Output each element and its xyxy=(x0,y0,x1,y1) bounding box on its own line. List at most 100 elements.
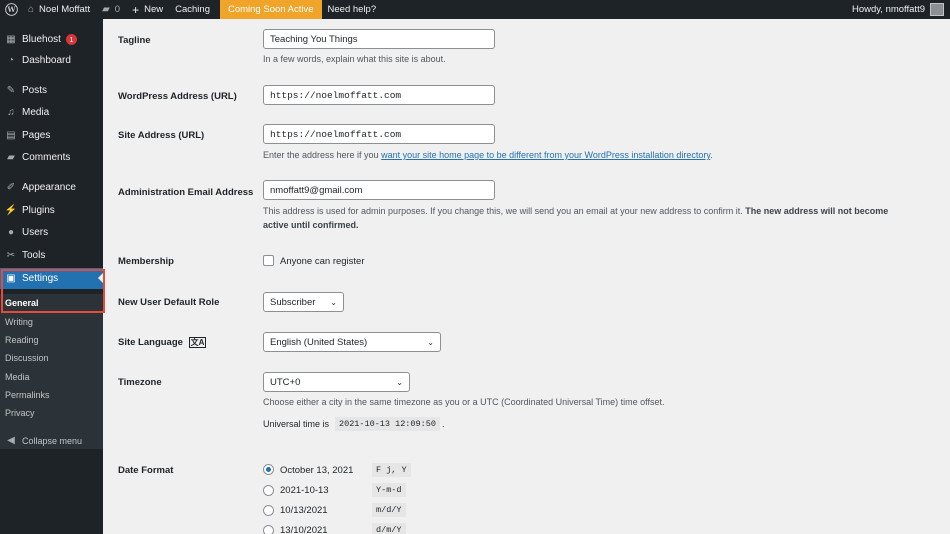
admin-email-description-bold2: active until confirmed. xyxy=(263,220,359,230)
translate-icon: 文A xyxy=(188,337,207,348)
timezone-value: UTC+0 xyxy=(270,376,301,388)
date-format-option-label[interactable]: 13/10/2021 xyxy=(280,525,328,534)
sidebar-item-label: Media xyxy=(22,107,50,118)
date-format-option-label[interactable]: 2021-10-13 xyxy=(280,485,329,496)
general-settings-form: Tagline Teaching You Things In a few wor… xyxy=(103,19,950,534)
admin-email-description-line2: active until confirmed. xyxy=(263,220,359,230)
submenu-item-privacy[interactable]: Privacy xyxy=(5,408,35,418)
default-role-select[interactable]: Subscriber ⌄ xyxy=(263,292,344,312)
site-address-input[interactable]: https://noelmoffatt.com xyxy=(263,124,495,144)
settings-icon: ▣ xyxy=(6,273,16,284)
wordpress-address-input[interactable]: https://noelmoffatt.com xyxy=(263,85,495,105)
notification-badge: 1 xyxy=(65,34,77,45)
sidebar-item-label: Posts xyxy=(22,85,48,96)
site-address-label: Site Address (URL) xyxy=(118,130,205,141)
wordpress-address-value: https://noelmoffatt.com xyxy=(270,89,402,101)
svg-text:W: W xyxy=(6,5,16,14)
sidebar-item-appearance[interactable]: ✐ Appearance xyxy=(0,177,103,198)
timezone-select[interactable]: UTC+0 ⌄ xyxy=(263,372,410,392)
comments-link[interactable]: ▰ 0 xyxy=(96,0,126,19)
pin-icon: ✎ xyxy=(6,85,16,96)
sidebar-item-label: Users xyxy=(22,227,49,238)
submenu-item-discussion[interactable]: Discussion xyxy=(5,353,49,363)
admin-email-description-line1: This address is used for admin purposes.… xyxy=(263,206,888,216)
sidebar-item-pages[interactable]: ▤ Pages xyxy=(0,125,103,146)
sidebar-item-comments[interactable]: ▰ Comments xyxy=(0,147,103,168)
site-address-help-link[interactable]: want your site home page to be different… xyxy=(381,150,710,160)
admin-email-input[interactable]: nmoffatt9@gmail.com xyxy=(263,180,495,200)
new-content-link[interactable]: + New xyxy=(126,0,169,19)
sidebar-item-label: Bluehost xyxy=(22,34,61,45)
comment-bubble-icon: ▰ xyxy=(102,4,110,15)
collapse-menu-button[interactable]: ◀ Collapse menu xyxy=(0,430,103,451)
site-address-description-prefix: Enter the address here if you xyxy=(263,150,382,160)
account-menu[interactable]: Howdy, nmoffatt9 xyxy=(846,0,950,19)
sidebar-item-plugins[interactable]: ⚡ Plugins xyxy=(0,200,103,221)
sidebar-item-label: Plugins xyxy=(22,205,55,216)
tagline-input[interactable]: Teaching You Things xyxy=(263,29,495,49)
anyone-can-register-checkbox[interactable] xyxy=(263,255,274,266)
comments-count: 0 xyxy=(114,4,121,15)
submenu-item-general[interactable]: General xyxy=(5,298,39,308)
timezone-label: Timezone xyxy=(118,377,162,388)
date-format-radio-4[interactable] xyxy=(263,525,274,534)
universal-time-value: 2021-10-13 12:09:50 xyxy=(335,417,440,431)
wordpress-logo-icon[interactable]: W xyxy=(0,0,22,19)
date-format-option-label[interactable]: 10/13/2021 xyxy=(280,505,328,516)
site-language-value: English (United States) xyxy=(270,336,368,348)
grid-icon: ▦ xyxy=(6,34,16,45)
site-address-value: https://noelmoffatt.com xyxy=(270,128,402,140)
submenu-item-media[interactable]: Media xyxy=(5,372,30,382)
site-name-link[interactable]: ⌂ Noel Moffatt xyxy=(22,0,96,19)
sidebar-item-users[interactable]: ● Users xyxy=(0,222,103,243)
submenu-item-reading[interactable]: Reading xyxy=(5,335,39,345)
sidebar-item-label: Appearance xyxy=(22,182,76,193)
date-format-radio-2[interactable] xyxy=(263,485,274,496)
site-address-description-suffix: . xyxy=(710,150,713,160)
admin-email-description-bold1: The new address will not become xyxy=(745,206,889,216)
coming-soon-badge[interactable]: Coming Soon Active xyxy=(219,0,322,19)
sidebar-item-label: Pages xyxy=(22,130,51,141)
submenu-item-writing[interactable]: Writing xyxy=(5,317,33,327)
dashboard-icon: ◔ xyxy=(7,55,15,66)
plus-icon: + xyxy=(132,2,140,17)
sidebar-item-label: Comments xyxy=(22,152,71,163)
collapse-label: Collapse menu xyxy=(22,435,83,446)
date-format-radio-1[interactable] xyxy=(263,464,274,475)
default-role-value: Subscriber xyxy=(270,296,316,308)
brush-icon: ✐ xyxy=(6,182,16,193)
sidebar-item-label: Tools xyxy=(22,250,46,261)
date-format-code: F j, Y xyxy=(372,463,411,477)
new-label: New xyxy=(144,4,164,15)
admin-email-value: nmoffatt9@gmail.com xyxy=(270,184,363,196)
tagline-label: Tagline xyxy=(118,35,151,46)
anyone-can-register-label[interactable]: Anyone can register xyxy=(280,256,365,267)
users-icon: ● xyxy=(7,227,15,238)
plug-icon: ⚡ xyxy=(4,205,18,216)
caching-link[interactable]: Caching xyxy=(169,0,216,19)
home-icon: ⌂ xyxy=(28,4,35,15)
admin-sidebar: ▦ Bluehost 1 ◔ Dashboard ✎ Posts ♫ Media… xyxy=(0,19,105,534)
sidebar-item-settings[interactable]: ▣ Settings xyxy=(0,268,103,289)
wordpress-address-label: WordPress Address (URL) xyxy=(118,91,237,102)
submenu-item-permalinks[interactable]: Permalinks xyxy=(5,390,50,400)
site-name-label: Noel Moffatt xyxy=(39,4,91,15)
need-help-link[interactable]: Need help? xyxy=(322,0,383,19)
sidebar-item-posts[interactable]: ✎ Posts xyxy=(0,80,103,101)
site-language-select[interactable]: English (United States) ⌄ xyxy=(263,332,441,352)
wrench-icon: ✂ xyxy=(6,250,16,261)
universal-time-suffix: . xyxy=(442,419,445,429)
sidebar-item-bluehost[interactable]: ▦ Bluehost 1 xyxy=(0,29,103,50)
sidebar-item-media[interactable]: ♫ Media xyxy=(0,102,103,123)
date-format-option-label[interactable]: October 13, 2021 xyxy=(280,465,353,476)
date-format-radio-3[interactable] xyxy=(263,505,274,516)
admin-bar: W ⌂ Noel Moffatt ▰ 0 + New Caching Comin… xyxy=(0,0,950,19)
default-role-label: New User Default Role xyxy=(118,297,220,308)
sidebar-item-label: Settings xyxy=(22,273,59,284)
site-language-label-text: Site Language xyxy=(118,337,183,348)
settings-submenu: General Writing Reading Discussion Media… xyxy=(0,294,103,449)
sidebar-item-dashboard[interactable]: ◔ Dashboard xyxy=(0,50,103,71)
sidebar-item-tools[interactable]: ✂ Tools xyxy=(0,245,103,266)
chevron-down-icon: ⌄ xyxy=(427,337,434,347)
date-format-code: Y-m-d xyxy=(372,483,406,497)
